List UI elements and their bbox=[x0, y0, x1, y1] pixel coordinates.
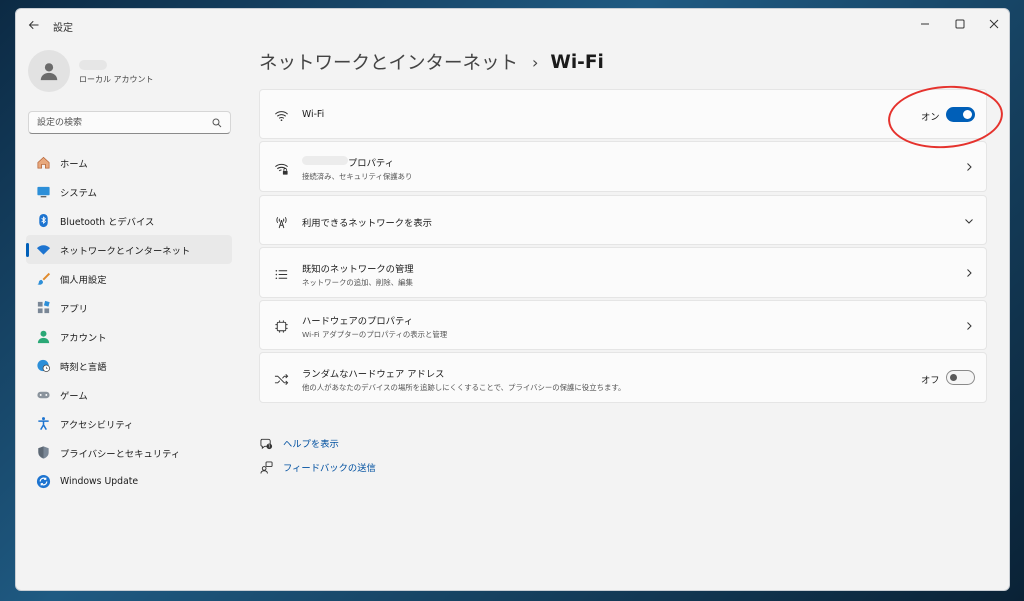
app-title: 設定 bbox=[53, 23, 73, 34]
shuffle-icon bbox=[273, 371, 289, 387]
network-properties-card[interactable]: プロパティ 接続済み、セキュリティ保護あり bbox=[259, 141, 987, 192]
sidebar-item-label: ネットワークとインターネット bbox=[60, 245, 191, 257]
sidebar-item-label: システム bbox=[60, 187, 97, 199]
wifi-title: Wi-Fi bbox=[302, 109, 325, 120]
sidebar-item-home[interactable]: ホーム bbox=[26, 148, 232, 177]
sidebar-item-windows-update[interactable]: Windows Update bbox=[26, 467, 232, 496]
network-name-redacted bbox=[302, 156, 348, 165]
wifi-secured-icon bbox=[273, 160, 289, 176]
sidebar-item-label: アカウント bbox=[60, 332, 107, 344]
sidebar-item-apps[interactable]: アプリ bbox=[26, 293, 232, 322]
sidebar-item-label: アクセシビリティ bbox=[60, 419, 134, 431]
sidebar-item-label: ゲーム bbox=[60, 390, 88, 402]
random-hardware-address-card: ランダムなハードウェア アドレス 他の人があなたのデバイスの場所を追跡しにくくす… bbox=[259, 352, 987, 403]
send-feedback-label: フィードバックの送信 bbox=[283, 463, 376, 474]
hardware-properties-title: ハードウェアのプロパティ bbox=[302, 316, 414, 327]
globe-clock-icon bbox=[35, 358, 51, 374]
sidebar-item-accounts[interactable]: アカウント bbox=[26, 322, 232, 351]
list-icon bbox=[273, 266, 289, 282]
accessibility-icon bbox=[35, 416, 51, 432]
page-title: Wi-Fi bbox=[550, 51, 604, 73]
sidebar-nav: ホーム システム Bluetooth とデバイス ネットワークとインターネット … bbox=[26, 148, 232, 496]
random-address-state-label: オフ bbox=[921, 375, 940, 386]
breadcrumb-separator: › bbox=[532, 52, 539, 72]
search-icon[interactable] bbox=[212, 118, 222, 128]
sidebar-item-label: ホーム bbox=[60, 158, 88, 170]
breadcrumb: ネットワークとインターネット › Wi-Fi bbox=[259, 49, 604, 75]
bluetooth-icon bbox=[35, 213, 51, 229]
search-input[interactable] bbox=[37, 115, 207, 131]
known-networks-title: 既知のネットワークの管理 bbox=[302, 264, 414, 275]
sidebar-item-label: アプリ bbox=[60, 303, 88, 315]
properties-title: プロパティ bbox=[348, 158, 394, 169]
minimize-icon bbox=[921, 23, 929, 25]
antenna-icon bbox=[273, 213, 289, 229]
properties-subtitle: 接続済み、セキュリティ保護あり bbox=[302, 172, 413, 181]
sidebar-item-label: 時刻と言語 bbox=[60, 361, 107, 373]
settings-window: 設定 ローカル アカウント ホーム システム Bluetooth とデ bbox=[15, 8, 1010, 591]
breadcrumb-parent[interactable]: ネットワークとインターネット bbox=[259, 49, 518, 75]
random-address-subtitle: 他の人があなたのデバイスの場所を追跡しにくくすることで、プライバシーの保護に役立… bbox=[302, 383, 626, 392]
title-bar: 設定 bbox=[16, 9, 1009, 41]
sidebar-item-accessibility[interactable]: アクセシビリティ bbox=[26, 409, 232, 438]
person-icon bbox=[35, 329, 51, 345]
maximize-icon bbox=[955, 19, 965, 29]
sidebar-item-personalization[interactable]: 個人用設定 bbox=[26, 264, 232, 293]
sidebar-item-label: Windows Update bbox=[60, 476, 139, 487]
hardware-properties-subtitle: Wi-Fi アダプターのプロパティの表示と管理 bbox=[302, 330, 448, 339]
shield-icon bbox=[35, 445, 51, 461]
help-icon: ? bbox=[259, 436, 273, 450]
hardware-properties-card[interactable]: ハードウェアのプロパティ Wi-Fi アダプターのプロパティの表示と管理 bbox=[259, 300, 987, 350]
sidebar-item-privacy-security[interactable]: プライバシーとセキュリティ bbox=[26, 438, 232, 467]
help-links: ? ヘルプを表示 フィードバックの送信 bbox=[259, 431, 376, 479]
send-feedback-link[interactable]: フィードバックの送信 bbox=[259, 455, 376, 479]
sidebar-item-time-language[interactable]: 時刻と言語 bbox=[26, 351, 232, 380]
search-box[interactable] bbox=[28, 111, 231, 134]
random-address-toggle[interactable] bbox=[946, 370, 975, 385]
available-networks-title: 利用できるネットワークを表示 bbox=[302, 218, 432, 229]
known-networks-subtitle: ネットワークの追加、削除、編集 bbox=[302, 278, 413, 287]
sidebar-item-label: Bluetooth とデバイス bbox=[60, 216, 155, 228]
account-type: ローカル アカウント bbox=[79, 75, 154, 84]
maximize-button[interactable] bbox=[944, 9, 976, 39]
close-button[interactable] bbox=[978, 9, 1009, 39]
sidebar-item-network[interactable]: ネットワークとインターネット bbox=[26, 235, 232, 264]
minimize-button[interactable] bbox=[909, 9, 941, 39]
apps-icon bbox=[35, 300, 51, 316]
chevron-right-icon bbox=[967, 322, 972, 330]
wifi-icon bbox=[273, 107, 289, 123]
sidebar-item-bluetooth[interactable]: Bluetooth とデバイス bbox=[26, 206, 232, 235]
brush-icon bbox=[35, 271, 51, 287]
available-networks-card[interactable]: 利用できるネットワークを表示 bbox=[259, 195, 987, 245]
avatar[interactable] bbox=[28, 50, 70, 92]
back-button[interactable] bbox=[26, 17, 42, 33]
wifi-toggle-card: Wi-Fi オン bbox=[259, 89, 987, 139]
sidebar-item-label: プライバシーとセキュリティ bbox=[60, 448, 181, 460]
account-name-redacted bbox=[79, 60, 107, 70]
feedback-icon bbox=[259, 460, 273, 474]
close-icon bbox=[989, 19, 999, 29]
sidebar-item-label: 個人用設定 bbox=[60, 274, 107, 286]
sidebar-item-gaming[interactable]: ゲーム bbox=[26, 380, 232, 409]
svg-text:?: ? bbox=[268, 443, 270, 448]
wifi-icon bbox=[35, 242, 51, 258]
update-icon bbox=[35, 474, 51, 490]
chevron-right-icon bbox=[967, 163, 972, 171]
sidebar-item-system[interactable]: システム bbox=[26, 177, 232, 206]
chevron-down-icon bbox=[965, 219, 973, 224]
chip-icon bbox=[273, 318, 289, 334]
person-icon bbox=[40, 63, 58, 81]
gamepad-icon bbox=[35, 387, 51, 403]
monitor-icon bbox=[35, 184, 51, 200]
chevron-right-icon bbox=[967, 269, 972, 277]
wifi-state-label: オン bbox=[921, 112, 940, 123]
known-networks-card[interactable]: 既知のネットワークの管理 ネットワークの追加、削除、編集 bbox=[259, 247, 987, 298]
get-help-label: ヘルプを表示 bbox=[283, 439, 339, 450]
wifi-toggle[interactable] bbox=[946, 107, 975, 122]
random-address-title: ランダムなハードウェア アドレス bbox=[302, 369, 445, 380]
home-icon bbox=[35, 155, 51, 171]
back-arrow-icon bbox=[28, 20, 39, 30]
get-help-link[interactable]: ? ヘルプを表示 bbox=[259, 431, 376, 455]
